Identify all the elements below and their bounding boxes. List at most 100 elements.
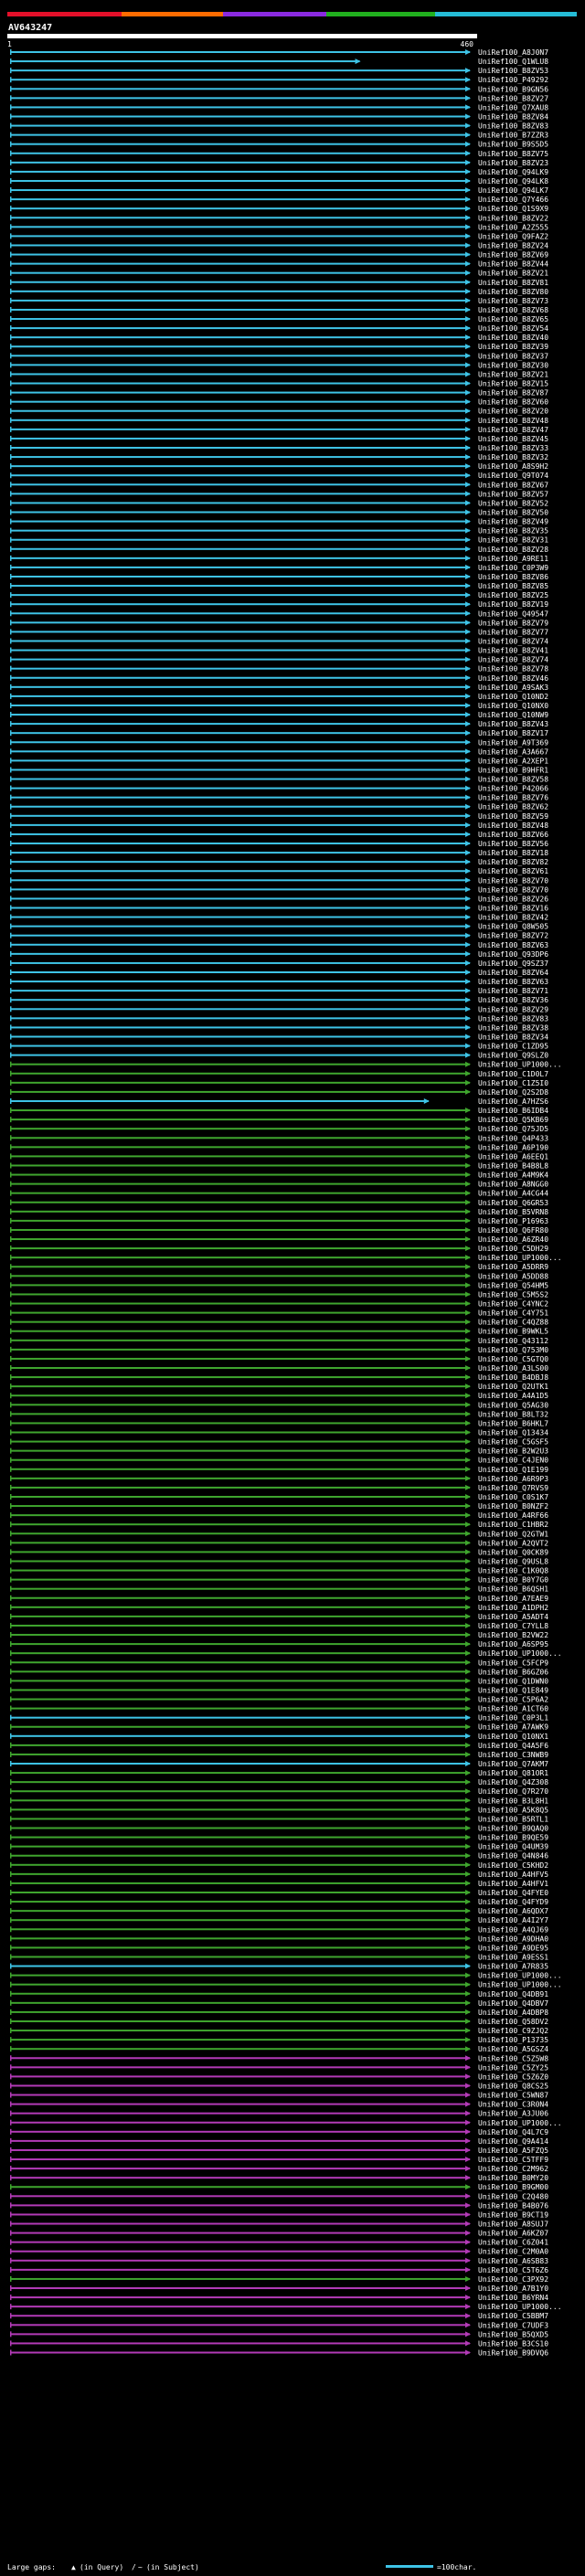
hit-bar[interactable] xyxy=(11,1320,470,1323)
hit-label[interactable]: UniRef100_B8ZV84 xyxy=(478,112,548,121)
hit-label[interactable]: UniRef100_Q81OR1 xyxy=(478,1769,548,1777)
hit-bar[interactable] xyxy=(11,621,470,624)
hit-label[interactable]: UniRef100_A6SB83 xyxy=(478,2257,548,2265)
hit-bar[interactable] xyxy=(11,685,470,688)
hit-label[interactable]: UniRef100_B8ZV53 xyxy=(478,67,548,75)
hit-bar[interactable] xyxy=(11,1744,470,1746)
hit-label[interactable]: UniRef100_B8ZV62 xyxy=(478,803,548,811)
hit-bar[interactable] xyxy=(11,1468,470,1470)
hit-bar[interactable] xyxy=(11,51,470,53)
hit-bar[interactable] xyxy=(11,631,470,633)
hit-label[interactable]: UniRef100_UP1000... xyxy=(478,1972,562,1980)
hit-bar[interactable] xyxy=(11,1763,470,1765)
hit-label[interactable]: UniRef100_A5FZQ5 xyxy=(478,2147,548,2155)
hit-bar[interactable] xyxy=(11,106,470,109)
hit-bar[interactable] xyxy=(11,1965,470,1967)
hit-bar[interactable] xyxy=(11,832,470,835)
hit-bar[interactable] xyxy=(11,1275,470,1277)
hit-label[interactable]: UniRef100_Q9A414 xyxy=(478,2137,548,2146)
hit-bar[interactable] xyxy=(11,170,470,173)
hit-bar[interactable] xyxy=(11,667,470,670)
hit-bar[interactable] xyxy=(11,419,470,421)
hit-label[interactable]: UniRef100_B8ZV76 xyxy=(478,794,548,802)
hit-bar[interactable] xyxy=(11,428,470,430)
hit-bar[interactable] xyxy=(11,787,470,790)
hit-bar[interactable] xyxy=(11,2204,470,2207)
hit-label[interactable]: UniRef100_B8ZV82 xyxy=(478,858,548,866)
hit-bar[interactable] xyxy=(11,649,470,652)
hit-label[interactable]: UniRef100_Q10NX1 xyxy=(478,1733,548,1741)
hit-label[interactable]: UniRef100_C7YLL8 xyxy=(478,1622,548,1630)
hit-bar[interactable] xyxy=(11,612,470,615)
hit-label[interactable]: UniRef100_Q94LK8 xyxy=(478,177,548,186)
hit-label[interactable]: UniRef100_A4QJ69 xyxy=(478,1925,548,1934)
hit-bar[interactable] xyxy=(11,2030,470,2032)
hit-bar[interactable] xyxy=(11,88,470,90)
hit-label[interactable]: UniRef100_Q9FAZ2 xyxy=(478,232,548,240)
hit-label[interactable]: UniRef100_B8ZV45 xyxy=(478,435,548,443)
hit-label[interactable]: UniRef100_A6SP95 xyxy=(478,1640,548,1648)
hit-bar[interactable] xyxy=(11,1615,470,1617)
hit-bar[interactable] xyxy=(11,327,470,330)
hit-bar[interactable] xyxy=(11,1385,470,1388)
hit-bar[interactable] xyxy=(11,1956,470,1958)
hit-bar[interactable] xyxy=(11,1238,470,1241)
hit-bar[interactable] xyxy=(11,1532,470,1535)
hit-bar[interactable] xyxy=(11,1063,470,1065)
hit-bar[interactable] xyxy=(11,2019,470,2022)
hit-bar[interactable] xyxy=(11,1302,470,1305)
hit-bar[interactable] xyxy=(11,547,470,550)
hit-label[interactable]: UniRef100_Q4UM39 xyxy=(478,1843,548,1851)
hit-bar[interactable] xyxy=(11,906,470,909)
hit-label[interactable]: UniRef100_B8ZV78 xyxy=(478,665,548,673)
hit-label[interactable]: UniRef100_C1K0Q8 xyxy=(478,1567,548,1575)
hit-label[interactable]: UniRef100_C5Z5W8 xyxy=(478,2054,548,2062)
hit-bar[interactable] xyxy=(11,943,470,946)
hit-label[interactable]: UniRef100_Q9USL8 xyxy=(478,1557,548,1565)
hit-bar[interactable] xyxy=(11,2168,470,2170)
hit-bar[interactable] xyxy=(11,1698,470,1701)
hit-label[interactable]: UniRef100_Q54HM5 xyxy=(478,1281,548,1289)
hit-label[interactable]: UniRef100_B4B076 xyxy=(478,2201,548,2210)
hit-bar[interactable] xyxy=(11,1928,470,1931)
hit-label[interactable]: UniRef100_B8ZV16 xyxy=(478,905,548,913)
hit-bar[interactable] xyxy=(11,1035,470,1038)
hit-label[interactable]: UniRef100_Q753M0 xyxy=(478,1346,548,1354)
hit-label[interactable]: UniRef100_B8ZV80 xyxy=(478,288,548,296)
hit-bar[interactable] xyxy=(11,1863,470,1866)
hit-label[interactable]: UniRef100_C4YNC2 xyxy=(478,1300,548,1309)
hit-bar[interactable] xyxy=(11,1542,470,1544)
hit-bar[interactable] xyxy=(11,888,470,891)
hit-bar[interactable] xyxy=(11,1937,470,1940)
hit-bar[interactable] xyxy=(11,1790,470,1793)
hit-bar[interactable] xyxy=(11,769,470,771)
hit-bar[interactable] xyxy=(11,1090,470,1093)
hit-bar[interactable] xyxy=(11,483,470,486)
hit-label[interactable]: UniRef100_Q4A5F6 xyxy=(478,1742,548,1750)
hit-label[interactable]: UniRef100_B2W2U3 xyxy=(478,1447,548,1456)
hit-label[interactable]: UniRef100_C5WN87 xyxy=(478,2092,548,2100)
hit-bar[interactable] xyxy=(11,1173,470,1176)
hit-label[interactable]: UniRef100_B9QAQ0 xyxy=(478,1825,548,1833)
hit-label[interactable]: UniRef100_Q9SZ37 xyxy=(478,959,548,968)
hit-bar[interactable] xyxy=(11,2130,470,2133)
hit-label[interactable]: UniRef100_A6P190 xyxy=(478,1143,548,1151)
hit-bar[interactable] xyxy=(11,2195,470,2198)
hit-bar[interactable] xyxy=(11,1182,470,1185)
hit-label[interactable]: UniRef100_Q13434 xyxy=(478,1429,548,1437)
hit-bar[interactable] xyxy=(11,2158,470,2161)
hit-label[interactable]: UniRef100_B3L8H1 xyxy=(478,1797,548,1805)
hit-label[interactable]: UniRef100_B8ZV73 xyxy=(478,297,548,305)
hit-label[interactable]: UniRef100_B8ZV66 xyxy=(478,831,548,839)
hit-label[interactable]: UniRef100_C1HBR2 xyxy=(478,1521,548,1529)
hit-bar[interactable] xyxy=(11,990,470,992)
hit-bar[interactable] xyxy=(11,345,470,348)
hit-label[interactable]: UniRef100_A6ZR40 xyxy=(478,1235,548,1244)
hit-label[interactable]: UniRef100_Q7R270 xyxy=(478,1787,548,1796)
hit-bar[interactable] xyxy=(11,1348,470,1351)
hit-label[interactable]: UniRef100_A7B1Y0 xyxy=(478,2284,548,2293)
hit-bar[interactable] xyxy=(11,2121,470,2124)
hit-bar[interactable] xyxy=(11,1422,470,1425)
hit-label[interactable]: UniRef100_A4RF66 xyxy=(478,1511,548,1520)
hit-bar[interactable] xyxy=(11,750,470,753)
